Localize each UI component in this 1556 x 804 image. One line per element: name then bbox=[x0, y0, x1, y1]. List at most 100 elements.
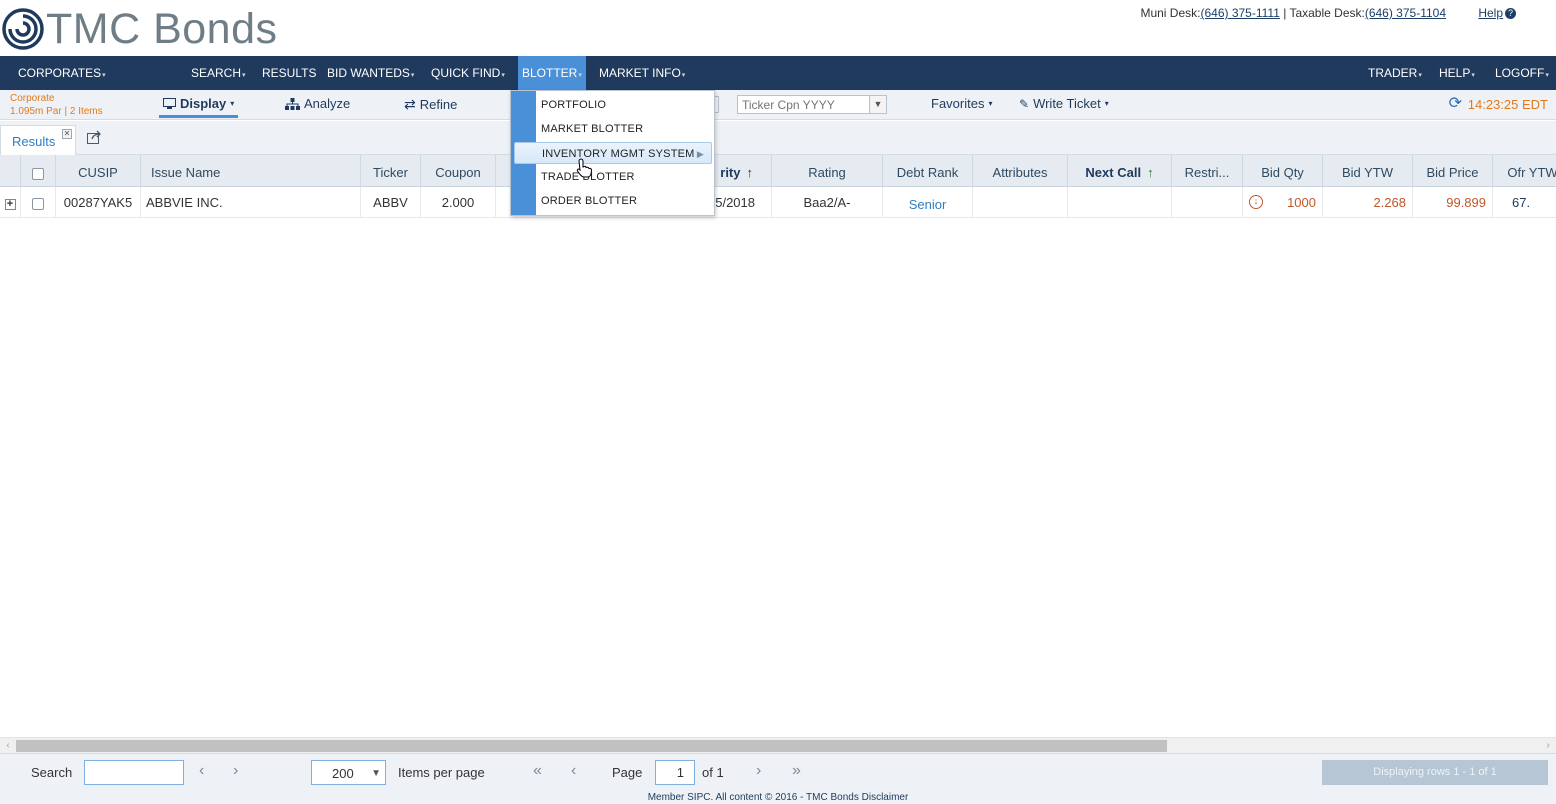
page-label: Page bbox=[612, 765, 643, 780]
header-debt-rank[interactable]: Debt Rank bbox=[883, 155, 973, 187]
ticker-dropdown-button[interactable]: ▼ bbox=[869, 96, 886, 113]
header-cusip[interactable]: CUSIP bbox=[56, 155, 141, 187]
header-maturity-label: rity bbox=[720, 165, 741, 180]
analyze-label: Analyze bbox=[304, 96, 351, 111]
select-all-checkbox[interactable] bbox=[32, 167, 44, 180]
menu-item-portfolio[interactable]: PORTFOLIO bbox=[541, 94, 606, 116]
header: TMC Bonds Muni Desk:(646) 375-1111 | Tax… bbox=[0, 0, 1556, 56]
scrollbar-thumb[interactable] bbox=[16, 740, 1167, 752]
cell-issue-name[interactable]: ABBVIE INC. bbox=[141, 187, 361, 218]
menu-item-inventory-mgmt-system[interactable]: INVENTORY MGMT SYSTEM ▶ bbox=[514, 142, 712, 164]
desk-contacts: Muni Desk:(646) 375-1111 | Taxable Desk:… bbox=[1140, 6, 1446, 20]
horizontal-scrollbar[interactable]: ‹ › bbox=[0, 737, 1556, 753]
taxable-desk-phone-link[interactable]: (646) 375-1104 bbox=[1365, 6, 1446, 20]
cell-rating[interactable]: Baa2/A- bbox=[772, 187, 883, 218]
nav-help[interactable]: HELP▾ bbox=[1437, 56, 1477, 90]
refine-button[interactable]: ⇄ Refine bbox=[404, 96, 457, 113]
header-restrictions[interactable]: Restri... bbox=[1172, 155, 1243, 187]
favorites-button[interactable]: Favorites ▾ bbox=[931, 96, 992, 111]
header-issue-name[interactable]: Issue Name bbox=[141, 155, 361, 187]
items-per-page-label: Items per page bbox=[398, 765, 485, 780]
arrow-down-circle-icon: ↓ bbox=[1249, 195, 1263, 209]
menu-item-order-blotter[interactable]: ORDER BLOTTER bbox=[541, 190, 637, 212]
pager-search-label: Search bbox=[31, 765, 73, 780]
cell-bid-ytw[interactable]: 2.268 bbox=[1323, 187, 1413, 218]
footer-disclaimer: Member SIPC. All content © 2016 - TMC Bo… bbox=[0, 791, 1556, 804]
row-select-cell[interactable] bbox=[21, 187, 56, 218]
nav-logoff[interactable]: LOGOFF▾ bbox=[1493, 56, 1551, 90]
nav-quick-find[interactable]: QUICK FIND▾ bbox=[429, 56, 507, 90]
first-page-icon[interactable]: « bbox=[533, 762, 542, 780]
header-bid-price[interactable]: Bid Price bbox=[1413, 155, 1493, 187]
scroll-right-icon[interactable]: › bbox=[1540, 738, 1556, 754]
hand-cursor-icon bbox=[576, 158, 592, 178]
nav-results[interactable]: RESULTS bbox=[260, 56, 318, 90]
row-expand-cell[interactable]: + bbox=[0, 187, 21, 218]
header-next-call[interactable]: Next Call ↑ bbox=[1068, 155, 1172, 187]
portfolio-summary: Corporate 1.095m Par | 2 Items bbox=[10, 92, 103, 118]
nav-trader-label: TRADER bbox=[1368, 66, 1418, 80]
scroll-left-icon[interactable]: ‹ bbox=[0, 738, 16, 754]
nav-market-info[interactable]: MARKET INFO▾ bbox=[597, 56, 687, 90]
header-ticker[interactable]: Ticker bbox=[361, 155, 421, 187]
chevron-down-icon: ▾ bbox=[242, 72, 246, 79]
row-checkbox[interactable] bbox=[32, 197, 44, 210]
expand-plus-icon[interactable]: + bbox=[4, 199, 16, 210]
header-rating[interactable]: Rating bbox=[772, 155, 883, 187]
chevron-down-icon: ▾ bbox=[230, 99, 235, 108]
nav-search[interactable]: SEARCH▾ bbox=[189, 56, 248, 90]
logo[interactable]: TMC Bonds bbox=[2, 6, 278, 52]
tab-results[interactable]: Results ✕ bbox=[0, 125, 76, 155]
last-page-icon[interactable]: » bbox=[792, 762, 801, 780]
header-ofr-ytw[interactable]: Ofr YTW bbox=[1493, 155, 1556, 187]
header-coupon[interactable]: Coupon bbox=[421, 155, 496, 187]
muni-desk-phone-link[interactable]: (646) 375-1111 bbox=[1200, 6, 1279, 20]
nav-trader[interactable]: TRADER▾ bbox=[1366, 56, 1424, 90]
retweet-icon: ⇄ bbox=[404, 96, 416, 112]
header-select-all[interactable] bbox=[21, 155, 56, 187]
monitor-icon bbox=[163, 97, 176, 109]
refine-label: Refine bbox=[419, 97, 458, 112]
cell-ofr-ytw[interactable]: 67. bbox=[1493, 187, 1556, 218]
nav-blotter[interactable]: BLOTTER▾ bbox=[518, 56, 586, 90]
cell-bid-qty[interactable]: ↓ 1000 bbox=[1243, 187, 1323, 218]
cell-bid-price[interactable]: 99.899 bbox=[1413, 187, 1493, 218]
chevron-down-icon: ▾ bbox=[410, 72, 415, 79]
cell-debt-rank[interactable]: Senior bbox=[883, 187, 973, 218]
close-icon[interactable]: ✕ bbox=[62, 129, 72, 139]
chevron-down-icon: ▾ bbox=[1471, 72, 1475, 79]
nav-results-label: RESULTS bbox=[262, 66, 317, 80]
chevron-down-icon: ▼ bbox=[873, 99, 883, 109]
nav-blotter-label: BLOTTER bbox=[522, 66, 578, 80]
header-attributes[interactable]: Attributes bbox=[973, 155, 1068, 187]
nav-search-label: SEARCH bbox=[191, 66, 242, 80]
cell-coupon[interactable]: 2.000 bbox=[421, 187, 496, 218]
header-bid-ytw[interactable]: Bid YTW bbox=[1323, 155, 1413, 187]
nav-bid-wanteds[interactable]: BID WANTEDS▾ bbox=[325, 56, 416, 90]
search-prev-icon[interactable]: ‹ bbox=[199, 762, 204, 780]
nav-corporates[interactable]: CORPORATES▾ bbox=[16, 56, 108, 90]
displaying-rows-status: Displaying rows 1 - 1 of 1 bbox=[1322, 760, 1548, 785]
display-button[interactable]: Display ▾ bbox=[159, 96, 239, 118]
page-number-input[interactable] bbox=[655, 760, 695, 785]
table-row[interactable]: + 00287YAK5 ABBVIE INC. ABBV 2.000 5/201… bbox=[0, 187, 1556, 218]
analyze-button[interactable]: Analyze bbox=[285, 96, 350, 111]
cell-cusip[interactable]: 00287YAK5 bbox=[56, 187, 141, 218]
export-icon[interactable] bbox=[87, 130, 103, 144]
search-next-icon[interactable]: › bbox=[233, 762, 238, 780]
cell-ticker[interactable]: ABBV bbox=[361, 187, 421, 218]
header-bid-qty[interactable]: Bid Qty bbox=[1243, 155, 1323, 187]
menu-item-market-blotter[interactable]: MARKET BLOTTER bbox=[541, 118, 643, 140]
chevron-down-icon: ▾ bbox=[1545, 72, 1549, 79]
next-page-icon[interactable]: › bbox=[756, 762, 761, 780]
blotter-dropdown-menu: PORTFOLIO MARKET BLOTTER INVENTORY MGMT … bbox=[510, 90, 715, 216]
refresh-icon[interactable]: ⟳ bbox=[1449, 96, 1462, 112]
write-ticket-button[interactable]: ✎ Write Ticket ▾ bbox=[1019, 96, 1109, 111]
prev-page-icon[interactable]: ‹ bbox=[571, 762, 576, 780]
display-active-indicator bbox=[159, 115, 239, 118]
muni-desk-label: Muni Desk: bbox=[1140, 6, 1201, 20]
pager-search-input[interactable] bbox=[84, 760, 184, 785]
ticker-search-input[interactable] bbox=[737, 95, 887, 114]
items-per-page-select[interactable]: 200 ▼ bbox=[311, 760, 386, 785]
help-link[interactable]: Help ? bbox=[1478, 6, 1516, 20]
